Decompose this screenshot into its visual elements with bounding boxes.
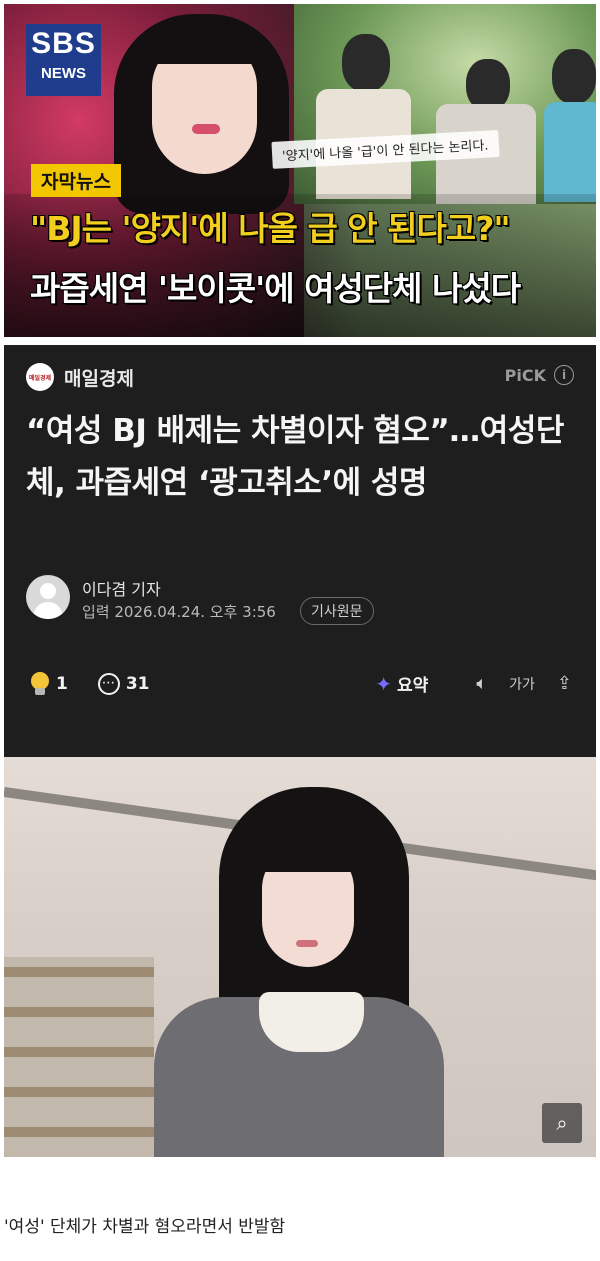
share-icon[interactable]: ⇪ bbox=[557, 673, 572, 694]
pick-label: PiCK bbox=[504, 365, 546, 385]
sparkle-icon: ✦ bbox=[375, 671, 393, 696]
article-dateline: 입력 2026.04.24. 오후 3:56 bbox=[82, 603, 276, 621]
subtitle-news-tag: 자막뉴스 bbox=[31, 164, 121, 197]
reaction-count: 1 bbox=[56, 674, 68, 694]
thumbnail-headline-1: "BJ는 '양지'에 나올 급 안 된다고?" bbox=[30, 209, 511, 248]
comment-icon: ··· bbox=[97, 673, 120, 695]
logo-text: SBS bbox=[31, 27, 96, 60]
avatar-head bbox=[40, 583, 56, 599]
photo-person-collar bbox=[259, 992, 364, 1052]
thumbnail-headline-2: 과즙세연 '보이콧'에 여성단체 나섰다 bbox=[30, 269, 521, 308]
author-name[interactable]: 이다겸 기자 bbox=[82, 576, 161, 600]
summary-label: 요약 bbox=[397, 676, 429, 696]
search-icon[interactable]: ⌕ bbox=[542, 1103, 582, 1143]
stairs bbox=[4, 957, 154, 1157]
article-photo[interactable]: ⌕ bbox=[4, 757, 596, 1157]
press-info[interactable]: 매일경제 매일경제 bbox=[26, 363, 134, 391]
sbs-news-logo: SBS NEWS bbox=[26, 24, 101, 96]
news-thumbnail[interactable]: SBS NEWS '양지'에 나올 '급'이 안 된다는 논리다. 자막뉴스 "… bbox=[4, 4, 596, 337]
avatar-body bbox=[33, 602, 63, 619]
silhouette-head bbox=[552, 49, 596, 104]
original-article-button[interactable]: 기사원문 bbox=[300, 597, 374, 625]
article-tools: ✦ 요약 🔈︎ 가가 ⇪ bbox=[375, 671, 572, 697]
font-size-button[interactable]: 가가 bbox=[509, 674, 535, 694]
comment-count: 31 bbox=[125, 674, 150, 694]
press-name[interactable]: 매일경제 bbox=[64, 364, 134, 391]
silhouette-head bbox=[342, 34, 390, 92]
article-card: 매일경제 매일경제 PiCK i “여성 BJ 배제는 차별이자 혐오”…여성단… bbox=[4, 345, 596, 757]
article-title: “여성 BJ 배제는 차별이자 혐오”…여성단체, 과즙세연 ‘광고취소’에 성… bbox=[26, 413, 564, 501]
logo-subtext: NEWS bbox=[41, 65, 86, 82]
post-caption: '여성' 단체가 차별과 혐오라면서 반발함 bbox=[4, 1217, 286, 1237]
press-logo: 매일경제 bbox=[26, 363, 54, 391]
reaction-button[interactable]: 1 bbox=[30, 672, 68, 696]
silhouette-body bbox=[544, 102, 596, 202]
comment-button[interactable]: ··· 31 bbox=[97, 673, 150, 695]
thumbnail-person-bangs bbox=[144, 24, 264, 64]
photo-person-bangs bbox=[254, 827, 364, 872]
photo-person-lips bbox=[296, 940, 318, 947]
speaker-icon[interactable]: 🔈︎ bbox=[476, 673, 487, 694]
avatar[interactable] bbox=[26, 575, 70, 619]
summary-button[interactable]: ✦ 요약 bbox=[375, 671, 429, 697]
info-icon[interactable]: i bbox=[554, 365, 574, 385]
pick-badge[interactable]: PiCK i bbox=[505, 365, 574, 385]
lightbulb-icon bbox=[30, 672, 50, 696]
thumbnail-person-lips bbox=[192, 124, 220, 134]
reaction-bar: 1 ··· 31 bbox=[30, 672, 180, 696]
